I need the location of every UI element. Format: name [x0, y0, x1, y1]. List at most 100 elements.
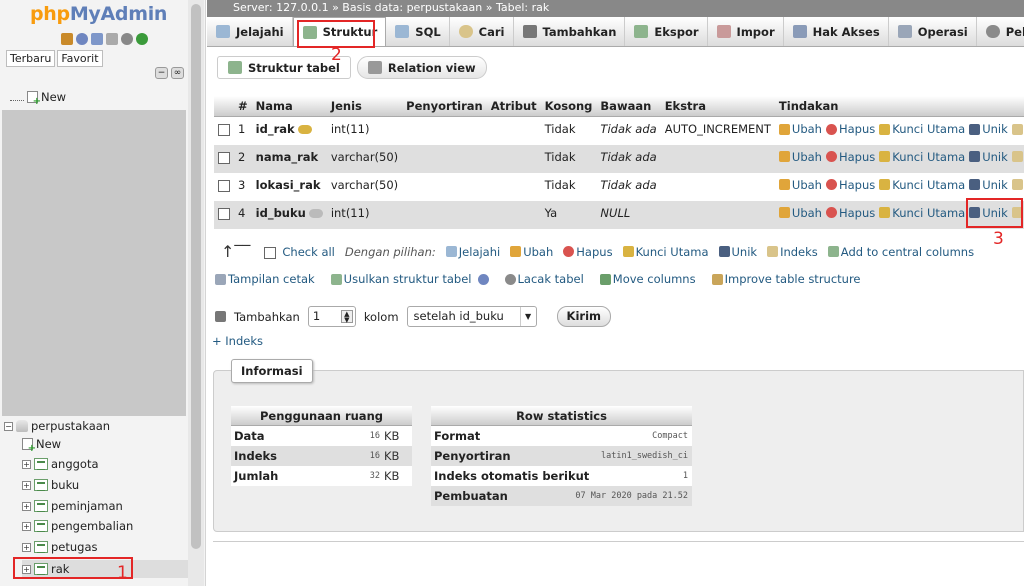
- bulk-change-button[interactable]: Ubah: [510, 245, 553, 259]
- extra-cell: [660, 200, 775, 229]
- change-button[interactable]: Ubah: [778, 149, 822, 164]
- header-name[interactable]: Nama: [251, 96, 327, 117]
- tab-import[interactable]: Impor: [708, 17, 784, 46]
- bulk-central-columns-button[interactable]: Add to central columns: [827, 245, 974, 259]
- new-label: New: [41, 90, 67, 104]
- unique-button[interactable]: Unik: [969, 122, 1008, 136]
- unique-button[interactable]: Unik: [969, 150, 1008, 164]
- tab-browse[interactable]: Jelajahi: [207, 17, 293, 46]
- breadcrumb-table[interactable]: Tabel: rak: [496, 1, 549, 14]
- row-checkbox[interactable]: [218, 151, 230, 164]
- change-button[interactable]: Ubah: [778, 178, 822, 192]
- check-all-link[interactable]: Check all: [282, 245, 334, 259]
- index-button[interactable]: Indeks: [1011, 150, 1024, 164]
- change-button[interactable]: Ubah: [778, 206, 822, 220]
- tab-search[interactable]: Cari: [450, 17, 514, 46]
- scrollbar-thumb[interactable]: [191, 4, 201, 549]
- bulk-browse-button[interactable]: Jelajahi: [445, 245, 500, 259]
- print-view-link[interactable]: Tampilan cetak: [215, 272, 315, 286]
- primary-key-button[interactable]: Kunci Utama: [879, 178, 965, 192]
- row-checkbox[interactable]: [218, 124, 230, 136]
- header-type[interactable]: Jenis: [326, 96, 403, 117]
- tree-table-petugas[interactable]: + petugas: [22, 540, 98, 554]
- propose-structure-link[interactable]: Usulkan struktur tabel: [330, 272, 489, 286]
- column-position-select[interactable]: setelah id_buku ▼: [406, 306, 537, 327]
- move-columns-link[interactable]: Move columns: [599, 272, 696, 286]
- primary-key-button[interactable]: Kunci Utama: [879, 122, 965, 136]
- collapse-icon[interactable]: −: [4, 421, 13, 431]
- tree-table-pengembalian[interactable]: + pengembalian: [22, 519, 133, 533]
- change-button[interactable]: Ubah: [778, 122, 822, 136]
- add-index-link[interactable]: + Indeks: [212, 334, 263, 348]
- row-checkbox[interactable]: [218, 207, 230, 220]
- submit-button[interactable]: Kirim: [556, 306, 611, 327]
- tab-insert[interactable]: Tambahkan: [514, 17, 626, 46]
- header-num[interactable]: #: [234, 96, 252, 117]
- action-label: Ubah: [791, 149, 822, 164]
- breadcrumb-database[interactable]: Basis data: perpustakaan: [342, 1, 482, 14]
- docs-icon[interactable]: [106, 33, 118, 45]
- default-cell: Tidak ada: [596, 172, 661, 201]
- help-icon[interactable]: [477, 273, 489, 285]
- sidebar-scrollbar[interactable]: [188, 0, 204, 586]
- drop-button[interactable]: Hapus: [825, 122, 875, 136]
- spinner-icon[interactable]: ▲ ▼: [340, 310, 353, 324]
- tree-table-new[interactable]: New: [22, 437, 61, 454]
- primary-key-button[interactable]: Kunci Utama: [879, 206, 965, 220]
- tab-recent[interactable]: Terbaru: [6, 50, 56, 67]
- tree-db-perpustakaan[interactable]: − perpustakaan: [4, 419, 110, 433]
- help-icon[interactable]: [91, 33, 103, 45]
- index-button[interactable]: Indeks: [1011, 122, 1024, 136]
- breadcrumb-server[interactable]: Server: 127.0.0.1: [233, 1, 329, 14]
- tree-new-database[interactable]: New: [10, 90, 67, 107]
- phpmyadmin-logo[interactable]: phpMyAdmin: [30, 3, 167, 25]
- header-null[interactable]: Kosong: [540, 96, 597, 117]
- logout-icon[interactable]: [76, 33, 88, 45]
- header-default[interactable]: Bawaan: [596, 96, 661, 117]
- improve-structure-link[interactable]: Improve table structure: [711, 272, 861, 286]
- bulk-unique-button[interactable]: Unik: [718, 244, 758, 259]
- drop-button[interactable]: Hapus: [825, 150, 875, 164]
- tab-sql[interactable]: SQL: [386, 17, 450, 46]
- name-cell: id_buku: [251, 200, 327, 229]
- bulk-primary-button[interactable]: Kunci Utama: [622, 245, 709, 259]
- header-attributes[interactable]: Atribut: [486, 96, 541, 117]
- stats-row: Pembuatan 07 Mar 2020 pada 21.52: [431, 486, 692, 506]
- bulk-index-button[interactable]: Indeks: [767, 245, 818, 259]
- column-count-input[interactable]: 1 ▲ ▼: [307, 306, 356, 327]
- primary-key-button[interactable]: Kunci Utama: [879, 150, 965, 164]
- bulk-drop-button[interactable]: Hapus: [563, 245, 613, 259]
- row-checkbox[interactable]: [218, 179, 230, 192]
- expand-icon[interactable]: +: [22, 521, 31, 531]
- drop-button[interactable]: Hapus: [825, 206, 875, 220]
- expand-icon[interactable]: +: [22, 501, 31, 511]
- annotation-box-2: [297, 20, 375, 48]
- link-icon[interactable]: ∞: [171, 67, 184, 79]
- gear-icon[interactable]: [121, 33, 133, 45]
- collapse-all-icon[interactable]: −: [155, 67, 168, 79]
- tree-table-anggota[interactable]: + anggota: [22, 457, 99, 471]
- tree-table-peminjaman[interactable]: + peminjaman: [22, 499, 123, 513]
- unique-button[interactable]: Unik: [969, 178, 1008, 192]
- subtab-relation-view[interactable]: Relation view: [356, 56, 487, 79]
- bulk-label: Unik: [731, 244, 758, 259]
- reload-icon[interactable]: [136, 33, 148, 45]
- track-table-link[interactable]: Lacak tabel: [504, 272, 584, 286]
- expand-icon[interactable]: +: [22, 542, 31, 552]
- tab-tracking[interactable]: Pelacaka: [977, 17, 1024, 46]
- index-button[interactable]: Indeks: [1011, 178, 1024, 192]
- bulk-actions: ↑‾‾ Check all Dengan pilihan: Jelajahi U…: [221, 242, 978, 261]
- column-default: NULL: [600, 205, 631, 220]
- drop-button[interactable]: Hapus: [825, 178, 875, 192]
- expand-icon[interactable]: +: [22, 459, 31, 469]
- expand-icon[interactable]: +: [22, 480, 31, 490]
- check-all-checkbox[interactable]: [264, 246, 277, 259]
- header-extra[interactable]: Ekstra: [660, 96, 775, 117]
- tab-operations[interactable]: Operasi: [889, 17, 977, 46]
- home-icon[interactable]: [61, 33, 73, 45]
- tab-favorites[interactable]: Favorit: [57, 50, 103, 67]
- tab-export[interactable]: Ekspor: [625, 17, 708, 46]
- tree-table-buku[interactable]: + buku: [22, 478, 79, 492]
- tab-privileges[interactable]: Hak Akses: [784, 17, 889, 46]
- header-collation[interactable]: Penyortiran: [402, 96, 487, 117]
